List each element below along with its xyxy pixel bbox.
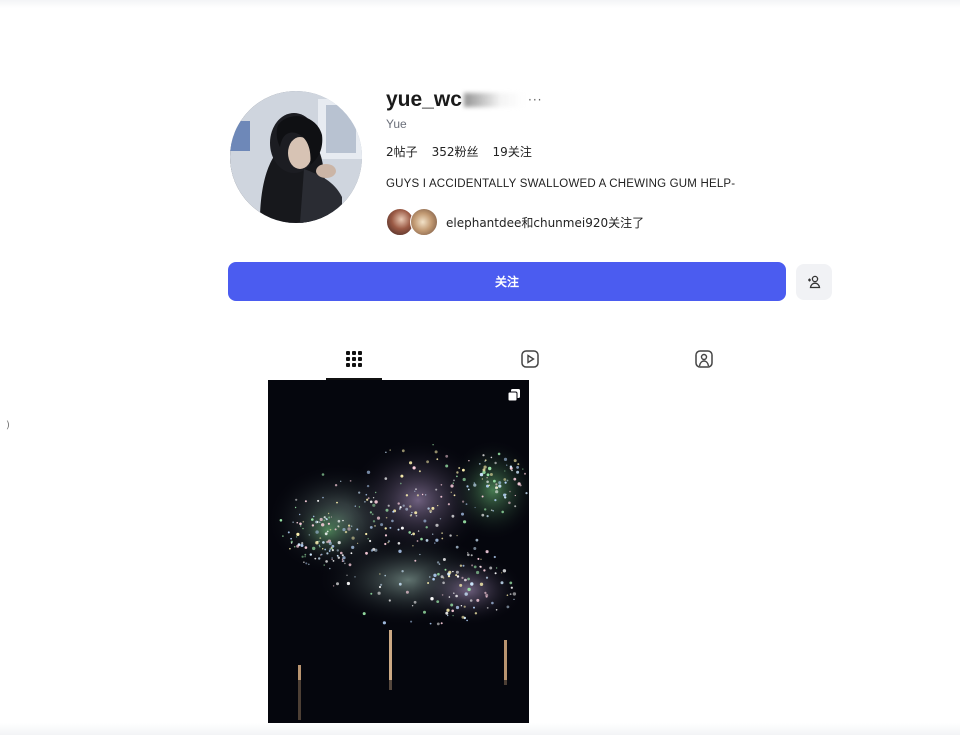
tab-posts[interactable] bbox=[326, 340, 382, 380]
mutual-avatars bbox=[386, 208, 444, 236]
followed-by[interactable]: elephantdee和chunmei920关注了 bbox=[386, 208, 644, 236]
profile-page: yue_wc ··· Yue 2帖子 352粉丝 19关注 GUYS I ACC… bbox=[0, 0, 960, 735]
following-count[interactable]: 19关注 bbox=[493, 143, 532, 160]
tab-tagged[interactable] bbox=[676, 340, 732, 378]
profile-username: yue_wc bbox=[386, 88, 524, 112]
tagged-icon bbox=[695, 350, 713, 368]
follow-button[interactable]: 关注 bbox=[228, 262, 786, 301]
person-add-icon bbox=[808, 275, 821, 289]
followed-by-text: elephantdee和chunmei920关注了 bbox=[446, 215, 645, 230]
more-options-icon[interactable]: ··· bbox=[528, 93, 542, 107]
grid-icon bbox=[346, 351, 362, 367]
tab-reels[interactable] bbox=[502, 340, 558, 378]
followers-count[interactable]: 352粉丝 bbox=[432, 143, 479, 160]
bottom-edge bbox=[0, 723, 960, 735]
profile-bio: GUYS I ACCIDENTALLY SWALLOWED A CHEWING … bbox=[386, 178, 736, 190]
username-text: yue_wc bbox=[386, 88, 462, 111]
top-edge bbox=[0, 0, 960, 8]
posts-count: 2帖子 bbox=[386, 145, 418, 159]
left-edge-marker: ) bbox=[6, 420, 10, 431]
username-redaction bbox=[463, 93, 524, 108]
profile-display-name: Yue bbox=[386, 117, 407, 131]
suggested-users-button[interactable] bbox=[796, 264, 832, 300]
post-thumbnail[interactable] bbox=[268, 380, 529, 723]
mutual-avatar bbox=[410, 208, 438, 236]
carousel-icon bbox=[507, 389, 520, 402]
reels-icon bbox=[521, 350, 539, 368]
profile-stats: 2帖子 352粉丝 19关注 bbox=[386, 143, 532, 160]
profile-avatar[interactable] bbox=[230, 91, 362, 223]
fireworks-image bbox=[268, 380, 529, 723]
profile-tabs bbox=[228, 340, 832, 380]
